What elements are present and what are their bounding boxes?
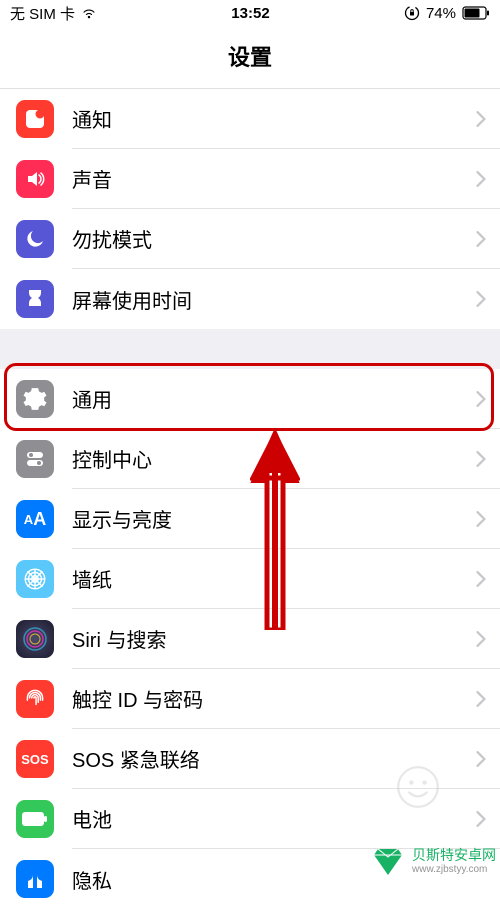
wallpaper-icon [16,560,54,598]
battery-app-icon [16,800,54,838]
row-label: 显示与亮度 [72,504,476,533]
sos-label: SOS [21,752,48,767]
wifi-icon [81,7,97,19]
sound-icon [16,160,54,198]
row-label: 墙纸 [72,564,476,593]
row-label: 勿扰模式 [72,224,476,253]
row-notifications[interactable]: 通知 [0,89,500,149]
siri-icon [16,620,54,658]
orientation-lock-icon [404,5,420,21]
smiley-overlay [396,765,440,809]
chevron-right-icon [476,691,486,707]
chevron-right-icon [476,451,486,467]
carrier-text: 无 SIM 卡 [10,3,75,24]
row-screentime[interactable]: 屏幕使用时间 [0,269,500,329]
watermark-url: www.zjbstyy.com [412,864,496,875]
row-label: 屏幕使用时间 [72,285,476,314]
chevron-right-icon [476,811,486,827]
display-icon: AA [16,500,54,538]
row-label: 控制中心 [72,444,476,473]
chevron-right-icon [476,511,486,527]
notifications-icon [16,100,54,138]
row-touchid[interactable]: 触控 ID 与密码 [0,669,500,729]
battery-percent: 74% [426,5,456,22]
chevron-right-icon [476,231,486,247]
general-icon [16,380,54,418]
row-display[interactable]: AA 显示与亮度 [0,489,500,549]
settings-group-1: 通知 声音 勿扰模式 屏幕使用时间 [0,89,500,329]
clock: 13:52 [231,5,269,22]
screentime-icon [16,280,54,318]
settings-group-2: 通用 控制中心 AA 显示与亮度 墙纸 Siri 与搜索 [0,369,500,909]
chevron-right-icon [476,171,486,187]
chevron-right-icon [476,751,486,767]
chevron-right-icon [476,631,486,647]
row-label: 声音 [72,164,476,193]
watermark: 贝斯特安卓网 www.zjbstyy.com [368,841,496,881]
status-bar: 无 SIM 卡 13:52 74% [0,0,500,26]
chevron-right-icon [476,391,486,407]
row-wallpaper[interactable]: 墙纸 [0,549,500,609]
dnd-icon [16,220,54,258]
touchid-icon [16,680,54,718]
row-label: Siri 与搜索 [72,624,476,653]
row-sound[interactable]: 声音 [0,149,500,209]
row-label: 触控 ID 与密码 [72,684,476,713]
row-general[interactable]: 通用 [0,369,500,429]
row-controlcenter[interactable]: 控制中心 [0,429,500,489]
chevron-right-icon [476,571,486,587]
page-title: 设置 [0,26,500,89]
chevron-right-icon [476,291,486,307]
row-label: 通用 [72,384,476,413]
watermark-logo-icon [368,841,408,881]
watermark-title: 贝斯特安卓网 [412,847,496,864]
row-siri[interactable]: Siri 与搜索 [0,609,500,669]
chevron-right-icon [476,111,486,127]
row-label: 通知 [72,104,476,133]
battery-icon [462,6,490,20]
sos-icon: SOS [16,740,54,778]
controlcenter-icon [16,440,54,478]
row-dnd[interactable]: 勿扰模式 [0,209,500,269]
privacy-icon [16,860,54,898]
